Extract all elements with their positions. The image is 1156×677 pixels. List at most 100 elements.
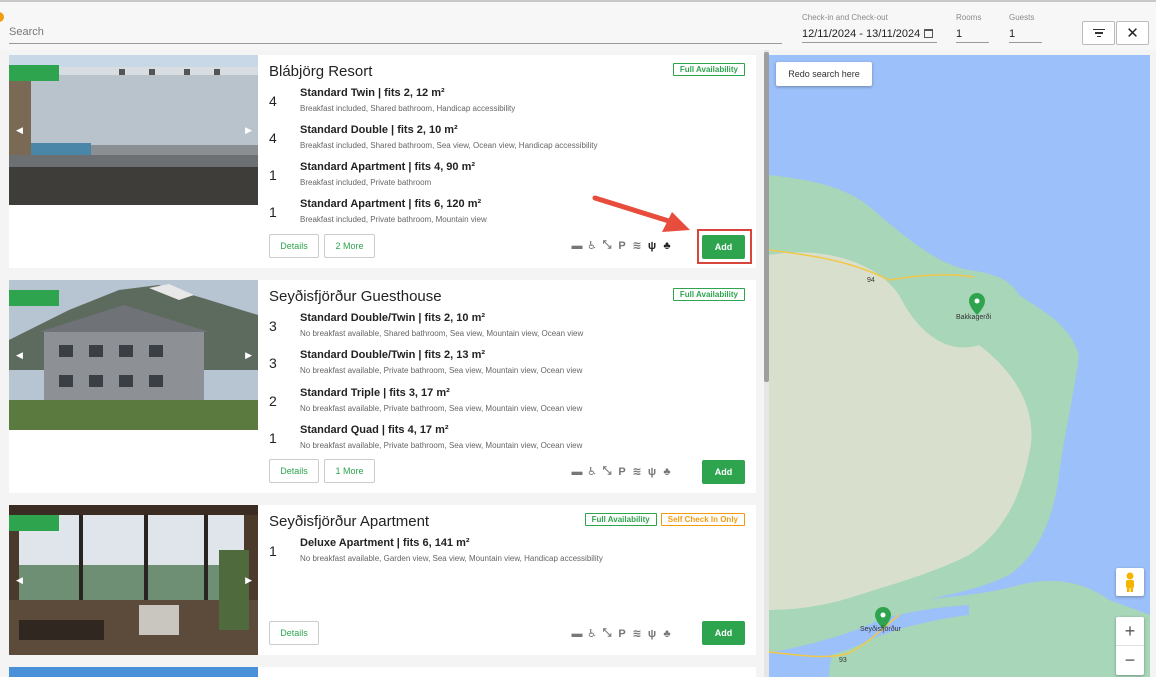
room-name: Standard Triple | fits 3, 17 m² (300, 387, 450, 399)
zoom-out-button[interactable]: − (1116, 646, 1144, 675)
prev-photo-icon[interactable]: ◀ (16, 350, 23, 361)
zoom-control: + − (1116, 617, 1144, 675)
details-button[interactable]: Details (269, 234, 319, 258)
details-button[interactable]: Details (269, 459, 319, 483)
room-features: Breakfast included, Shared bathroom, Han… (300, 104, 516, 113)
room-count: 4 (269, 93, 277, 109)
spa-icon: ♣ (663, 627, 671, 640)
close-button[interactable]: ✕ (1116, 21, 1149, 45)
listing-photo[interactable]: ◀ ▶ (9, 280, 258, 430)
wifi-icon: ≋ (632, 628, 642, 640)
room-features: Breakfast included, Shared bathroom, Sea… (300, 141, 598, 150)
road-label: 94 (867, 277, 875, 284)
guests-field[interactable]: Guests 1 (1009, 14, 1042, 43)
search-bar: Search Check-in and Check-out 12/11/2024… (0, 0, 1156, 50)
results-list: ◀ ▶ Blábjörg Resort Full Availability 4 … (0, 50, 764, 677)
photo-tag (9, 290, 59, 306)
rooms-field[interactable]: Rooms 1 (956, 14, 989, 43)
filter-button[interactable] (1082, 21, 1115, 45)
date-range-label: Check-in and Check-out (802, 13, 888, 22)
spa-icon: ♣ (663, 465, 671, 478)
pegman-icon (1126, 572, 1134, 592)
restaurant-icon: ψ (647, 239, 657, 252)
luggage-icon: ▬ (571, 239, 583, 252)
wheelchair-icon: ♿ (587, 240, 597, 252)
map-canvas[interactable] (769, 55, 1150, 677)
room-name: Standard Double/Twin | fits 2, 10 m² (300, 312, 486, 324)
listing-card: ◀ ▶ Seyðisfjörður Apartment Full Availab… (9, 505, 756, 655)
more-rooms-button[interactable]: 1 More (324, 459, 375, 483)
prev-photo-icon[interactable]: ◀ (16, 575, 23, 586)
photo-tag (9, 65, 59, 81)
listing-photo[interactable] (9, 667, 258, 677)
notification-dot (0, 12, 4, 22)
restaurant-icon: ψ (647, 627, 657, 640)
resize-icon: ⤡ (602, 627, 612, 639)
road-label: 93 (839, 657, 847, 664)
street-view-pegman[interactable] (1116, 568, 1144, 596)
next-photo-icon[interactable]: ▶ (245, 125, 252, 136)
place-label: Bakkagerði (956, 314, 992, 321)
resize-icon: ⤡ (602, 239, 612, 251)
listing-photo[interactable]: ◀ ▶ (9, 55, 258, 205)
listing-title[interactable]: Blábjörg Resort (269, 63, 372, 80)
room-count: 4 (269, 130, 277, 146)
amenity-icons: ▬ ♿ ⤡ P ≋ ψ ♣ (571, 627, 673, 640)
listing-card (9, 667, 756, 677)
rooms-value: 1 (956, 28, 963, 40)
restaurant-icon: ψ (647, 465, 657, 478)
resize-icon: ⤡ (602, 465, 612, 477)
listing-title[interactable]: Seyðisfjörður Guesthouse (269, 288, 442, 305)
rooms-label: Rooms (956, 13, 982, 22)
luggage-icon: ▬ (571, 627, 583, 640)
parking-icon: P (618, 627, 626, 640)
add-button-highlight (697, 229, 752, 264)
room-count: 2 (269, 393, 277, 409)
search-input[interactable]: Search (9, 26, 782, 44)
date-range-value: 12/11/2024 - 13/11/2024 (802, 28, 921, 40)
room-features: No breakfast available, Private bathroom… (300, 404, 583, 413)
amenity-icons: ▬ ♿ ⤡ P ≋ ψ ♣ (571, 465, 673, 478)
map-panel[interactable]: 94 93 Bakkagerði Seyðisfjörður Redo sear… (769, 55, 1150, 677)
place-label: Seyðisfjörður (860, 626, 901, 633)
room-name: Standard Twin | fits 2, 12 m² (300, 87, 445, 99)
listing-photo[interactable]: ◀ ▶ (9, 505, 258, 655)
more-rooms-button[interactable]: 2 More (324, 234, 375, 258)
add-button[interactable]: Add (702, 621, 745, 645)
badge-group: Full Availability Self Check In Only (584, 513, 745, 526)
room-count: 1 (269, 543, 277, 559)
redo-search-button[interactable]: Redo search here (776, 62, 872, 86)
room-name: Standard Double | fits 2, 10 m² (300, 124, 458, 136)
details-button[interactable]: Details (269, 621, 319, 645)
guests-label: Guests (1009, 13, 1035, 22)
calendar-icon[interactable] (924, 29, 933, 38)
availability-badge: Full Availability (672, 63, 745, 76)
listing-title[interactable]: Seyðisfjörður Apartment (269, 513, 429, 530)
filter-icon (1092, 27, 1105, 40)
map-marker-icon[interactable] (969, 293, 985, 315)
room-count: 1 (269, 430, 277, 446)
wheelchair-icon: ♿ (587, 466, 597, 478)
self-check-in-badge: Self Check In Only (660, 513, 745, 526)
zoom-in-button[interactable]: + (1116, 617, 1144, 646)
room-features: No breakfast available, Private bathroom… (300, 366, 583, 375)
next-photo-icon[interactable]: ▶ (245, 575, 252, 586)
room-features: Breakfast included, Private bathroom (300, 178, 432, 187)
prev-photo-icon[interactable]: ◀ (16, 125, 23, 136)
room-features: No breakfast available, Private bathroom… (300, 441, 583, 450)
availability-badge: Full Availability (672, 288, 745, 301)
badge-group: Full Availability (672, 63, 745, 76)
room-name: Standard Double/Twin | fits 2, 13 m² (300, 349, 486, 361)
hotel-search-page: Search Check-in and Check-out 12/11/2024… (0, 0, 1156, 677)
badge-group: Full Availability (672, 288, 745, 301)
date-range-field[interactable]: Check-in and Check-out 12/11/2024 - 13/1… (802, 14, 937, 43)
wifi-icon: ≋ (632, 240, 642, 252)
add-button[interactable]: Add (702, 460, 745, 484)
room-name: Deluxe Apartment | fits 6, 141 m² (300, 537, 470, 549)
room-name: Standard Apartment | fits 4, 90 m² (300, 161, 476, 173)
next-photo-icon[interactable]: ▶ (245, 350, 252, 361)
room-features: Breakfast included, Private bathroom, Mo… (300, 215, 487, 224)
wheelchair-icon: ♿ (587, 628, 597, 640)
room-name: Standard Apartment | fits 6, 120 m² (300, 198, 482, 210)
room-count: 3 (269, 355, 277, 371)
